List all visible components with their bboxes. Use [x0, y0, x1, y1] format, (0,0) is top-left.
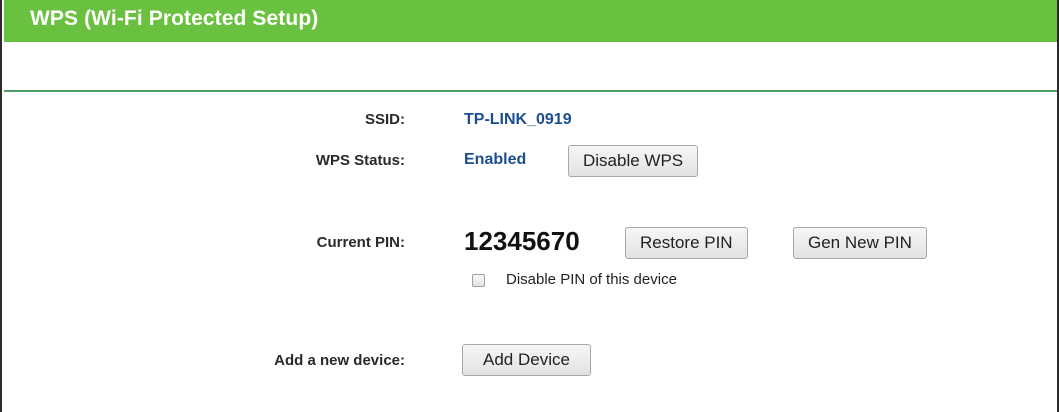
add-device-label: Add a new device:	[274, 352, 405, 369]
ssid-label: SSID:	[364, 111, 405, 128]
disable-wps-button[interactable]: Disable WPS	[568, 145, 699, 177]
panel-header: WPS (Wi-Fi Protected Setup)	[4, 0, 1057, 42]
header-divider	[4, 90, 1057, 92]
ssid-value: TP-LINK_0919	[464, 111, 572, 128]
gen-new-pin-button[interactable]: Gen New PIN	[793, 227, 927, 259]
wps-status-value: Enabled	[464, 151, 527, 168]
restore-pin-button[interactable]: Restore PIN	[625, 227, 748, 259]
current-pin-label: Current PIN:	[316, 234, 405, 251]
disable-pin-checkbox-label: Disable PIN of this device	[506, 271, 677, 288]
wps-status-label: WPS Status:	[315, 152, 405, 169]
add-device-button[interactable]: Add Device	[462, 344, 591, 376]
wps-panel: WPS (Wi-Fi Protected Setup) SSID: TP-LIN…	[0, 0, 1059, 412]
disable-pin-checkbox[interactable]	[472, 274, 485, 287]
current-pin-value: 12345670	[464, 226, 580, 256]
page-title: WPS (Wi-Fi Protected Setup)	[30, 7, 319, 30]
